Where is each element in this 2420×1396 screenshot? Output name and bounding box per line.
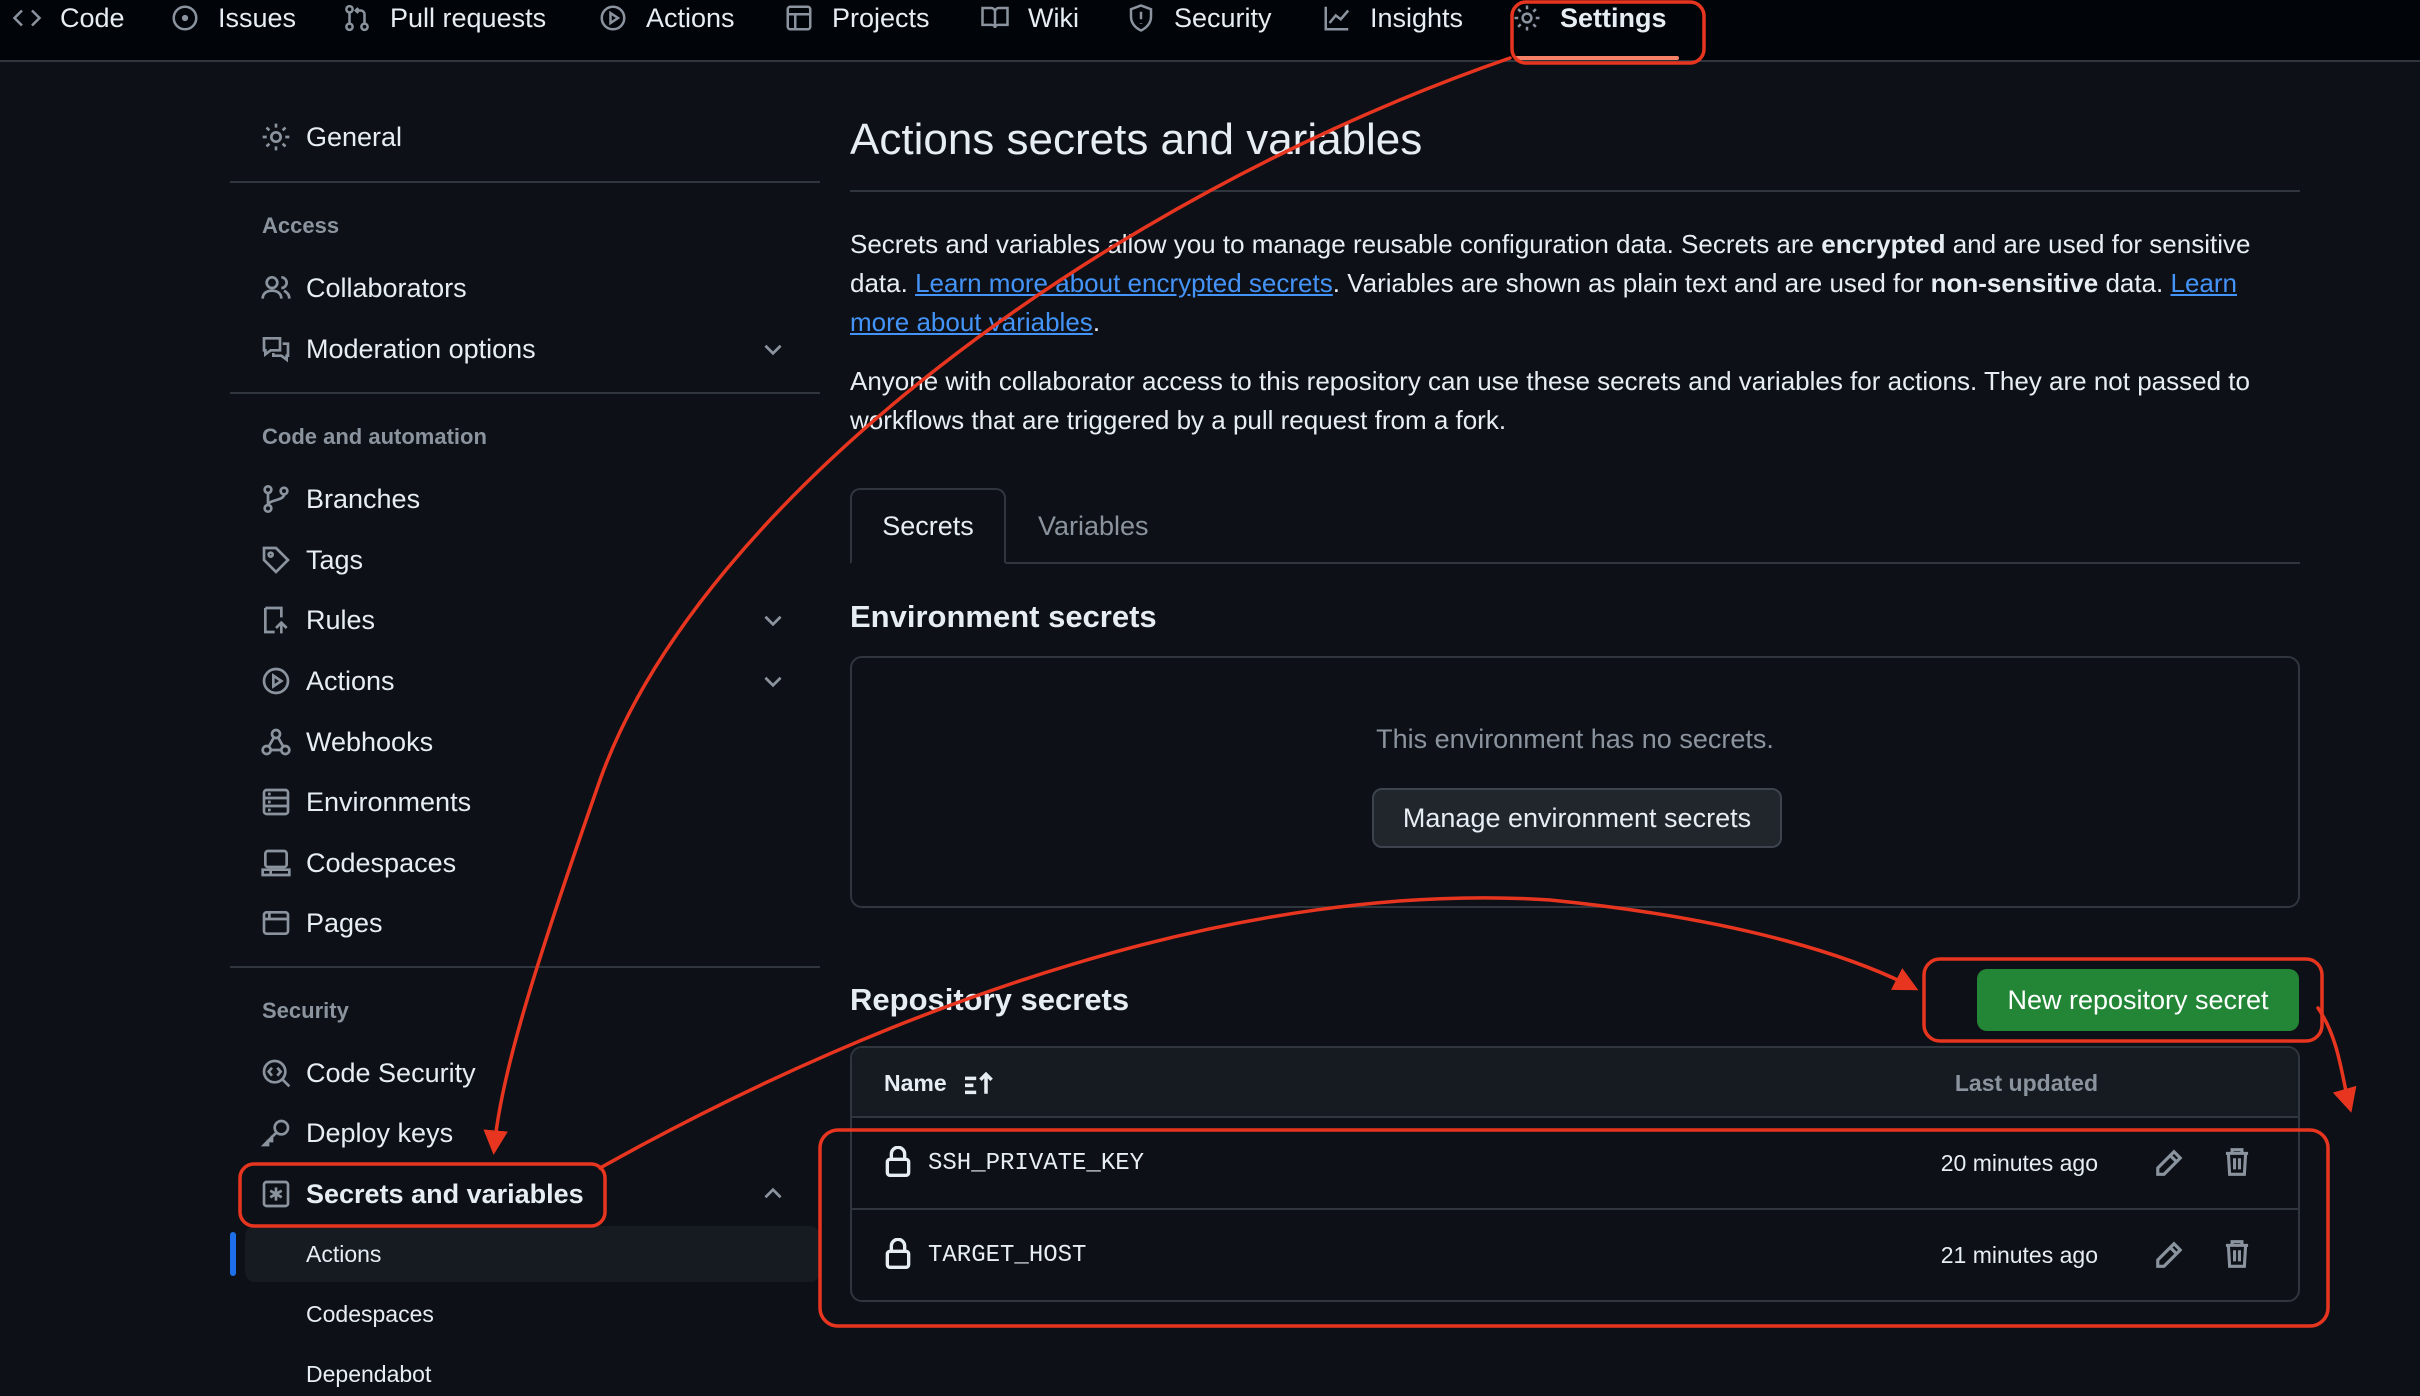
chevron-down-icon[interactable] [760,607,786,633]
gear-icon [262,123,290,151]
codescan-icon [262,1059,291,1088]
sidebar-item-deploy-keys[interactable]: Deploy keys [230,1108,820,1158]
chevron-down-icon[interactable] [760,668,786,694]
sort-icon[interactable] [962,1070,996,1098]
tab-issues[interactable]: Issues [170,0,296,36]
secret-name: SSH_PRIVATE_KEY [928,1150,1145,1177]
play-icon [262,667,290,695]
tab-actions[interactable]: Actions [598,0,735,36]
arrow-new-button-to-table [2316,1006,2357,1113]
pencil-icon[interactable] [2154,1240,2184,1270]
page-title: Actions secrets and variables [850,115,1423,164]
sidebar-divider [230,181,820,183]
new-repository-secret-button[interactable]: New repository secret [1977,969,2299,1031]
sidebar-group-security: Security [262,998,349,1023]
comment-discussion-icon [262,337,290,363]
tab-insights[interactable]: Insights [1322,0,1463,36]
sidebar-item-rules[interactable]: Rules [230,595,820,645]
tab-security[interactable]: Security [1126,0,1272,36]
sidebar-subitem-codespaces[interactable]: Codespaces [245,1286,820,1342]
tag-icon [262,546,290,574]
book-icon [981,6,1009,29]
column-last-updated: Last updated [1954,1070,2098,1096]
sidebar-divider [230,966,820,968]
environment-secrets-heading: Environment secrets [850,599,1157,634]
sidebar-item-collaborators[interactable]: Collaborators [230,263,820,313]
pull-request-icon [345,4,369,32]
sidebar-item-tags[interactable]: Tags [230,535,820,585]
secret-updated: 20 minutes ago [1940,1150,2098,1176]
people-icon [261,276,291,299]
selected-indicator [230,1232,236,1276]
sidebar-subitem-dependabot[interactable]: Dependabot [245,1346,820,1396]
sidebar-group-access: Access [262,213,340,238]
title-divider [850,190,2300,192]
table-row: SSH_PRIVATE_KEY 20 minutes ago [852,1118,2298,1210]
graph-icon [1324,6,1350,31]
active-tab-indicator [1514,56,1679,60]
browser-icon [262,911,290,935]
secret-updated: 21 minutes ago [1940,1242,2098,1268]
tab-settings[interactable]: Settings [1512,0,1667,36]
lock-icon [885,1146,911,1177]
access-note: Anyone with collaborator access to this … [850,366,2250,435]
key-icon [260,1119,290,1147]
tab-wiki[interactable]: Wiki [980,0,1079,36]
shield-icon [1129,4,1153,32]
tab-secrets[interactable]: Secrets [850,488,1006,564]
table-icon [786,5,812,31]
tab-projects[interactable]: Projects [784,0,930,36]
webhook-icon [261,728,291,756]
column-name[interactable]: Name [884,1070,947,1097]
repo-nav: Code Issues Pull requests Actions Projec… [0,0,2420,62]
sidebar-item-general[interactable]: General [230,112,820,162]
gear-icon [1514,5,1540,31]
table-header: Name Last updated [852,1048,2298,1118]
table-row: TARGET_HOST 21 minutes ago [852,1210,2298,1300]
lock-icon [885,1238,911,1269]
sidebar-item-moderation-options[interactable]: Moderation options [230,324,820,374]
sidebar-subitem-actions[interactable]: Actions [245,1226,820,1282]
tab-pull-requests[interactable]: Pull requests [342,0,546,36]
sidebar-group-code-automation: Code and automation [262,424,487,449]
sidebar-item-webhooks[interactable]: Webhooks [230,717,820,767]
branch-icon [263,485,289,513]
empty-state-text: This environment has no secrets. [1376,724,1774,754]
server-icon [262,788,290,816]
repository-secrets-heading: Repository secrets [850,982,1130,1017]
sidebar-item-secrets-and-variables[interactable]: Secrets and variables [230,1169,820,1219]
play-icon [600,5,626,31]
secrets-variables-tabs: Secrets Variables [850,488,2300,564]
sidebar-item-pages[interactable]: Pages [230,898,820,948]
intro-paragraph: Secrets and variables allow you to manag… [850,229,2251,337]
learn-encrypted-secrets-link[interactable]: Learn more about encrypted secrets [915,268,1333,298]
chevron-up-icon[interactable] [760,1181,786,1207]
secret-name: TARGET_HOST [928,1242,1087,1269]
key-asterisk-icon [262,1180,290,1208]
chevron-down-icon[interactable] [760,336,786,362]
sidebar-item-actions[interactable]: Actions [230,656,820,706]
tab-code[interactable]: Code [12,0,125,36]
rules-icon [264,606,288,634]
trash-icon[interactable] [2222,1146,2252,1178]
sidebar-item-codespaces[interactable]: Codespaces [230,838,820,888]
sidebar-item-branches[interactable]: Branches [230,474,820,524]
repository-secrets-table: Name Last updated SSH_PRIVATE_KEY 20 min… [850,1046,2300,1302]
sidebar-divider [230,392,820,394]
tab-variables[interactable]: Variables [1038,488,1149,564]
issue-icon [172,5,198,31]
environment-secrets-box: This environment has no secrets. Manage … [850,656,2300,908]
manage-environment-secrets-button[interactable]: Manage environment secrets [1372,788,1782,848]
trash-icon[interactable] [2222,1238,2252,1270]
codespaces-icon [261,849,291,877]
code-icon [12,9,42,27]
sidebar-item-code-security[interactable]: Code Security [230,1048,820,1098]
pencil-icon[interactable] [2154,1148,2184,1178]
sidebar-item-environments[interactable]: Environments [230,777,820,827]
